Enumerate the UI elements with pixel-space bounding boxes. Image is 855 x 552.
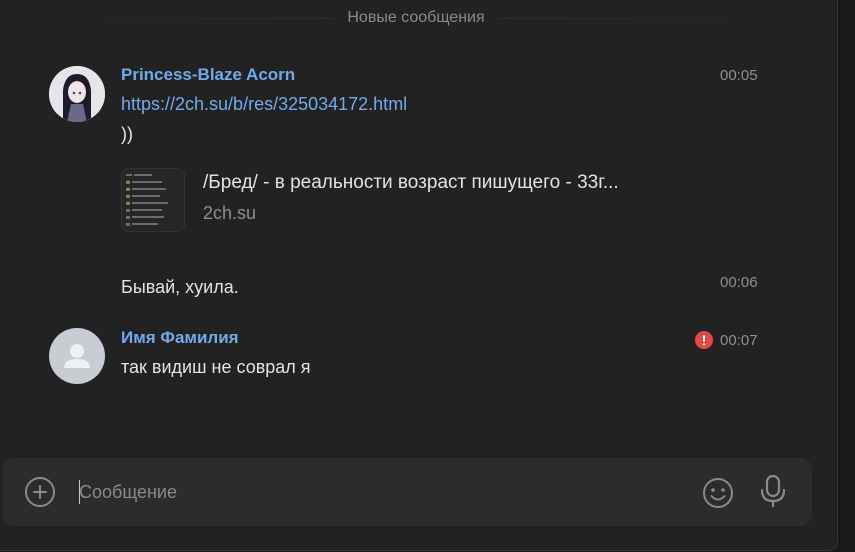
exclamation-circle-icon[interactable] — [695, 331, 713, 349]
avatar-default[interactable] — [49, 328, 105, 384]
message-time: 00:06 — [720, 274, 758, 291]
new-messages-divider: Новые сообщения — [40, 6, 793, 30]
microphone-icon[interactable] — [759, 474, 787, 510]
avatar-princess-blaze-acorn[interactable] — [49, 66, 105, 122]
plus-circle-icon[interactable] — [24, 476, 56, 508]
message-text: Бывай, хуила. — [121, 277, 239, 297]
smile-icon[interactable] — [701, 476, 735, 510]
message-text: )) — [121, 124, 133, 144]
message-input[interactable] — [79, 476, 679, 508]
link-preview-thumbnail[interactable] — [121, 168, 185, 232]
chat-window: Новые сообщения Princess-Blaze Acorn 00:… — [0, 0, 838, 551]
divider-line — [40, 17, 334, 19]
message-time: 00:05 — [720, 67, 758, 84]
divider-line — [498, 17, 793, 19]
message-link[interactable]: https://2ch.su/b/res/325034172.html — [121, 94, 407, 115]
link-preview-domain: 2ch.su — [203, 203, 257, 223]
message-author[interactable]: Princess-Blaze Acorn — [121, 65, 295, 85]
message-author[interactable]: Имя Фамилия — [121, 328, 239, 348]
message-time: 00:07 — [720, 332, 758, 349]
message-text: так видиш не соврал я — [121, 357, 311, 377]
message-composer — [3, 458, 812, 526]
divider-label: Новые сообщения — [347, 9, 485, 26]
link-preview-title[interactable]: /Бред/ - в реальности возраст пишущего -… — [203, 172, 619, 194]
